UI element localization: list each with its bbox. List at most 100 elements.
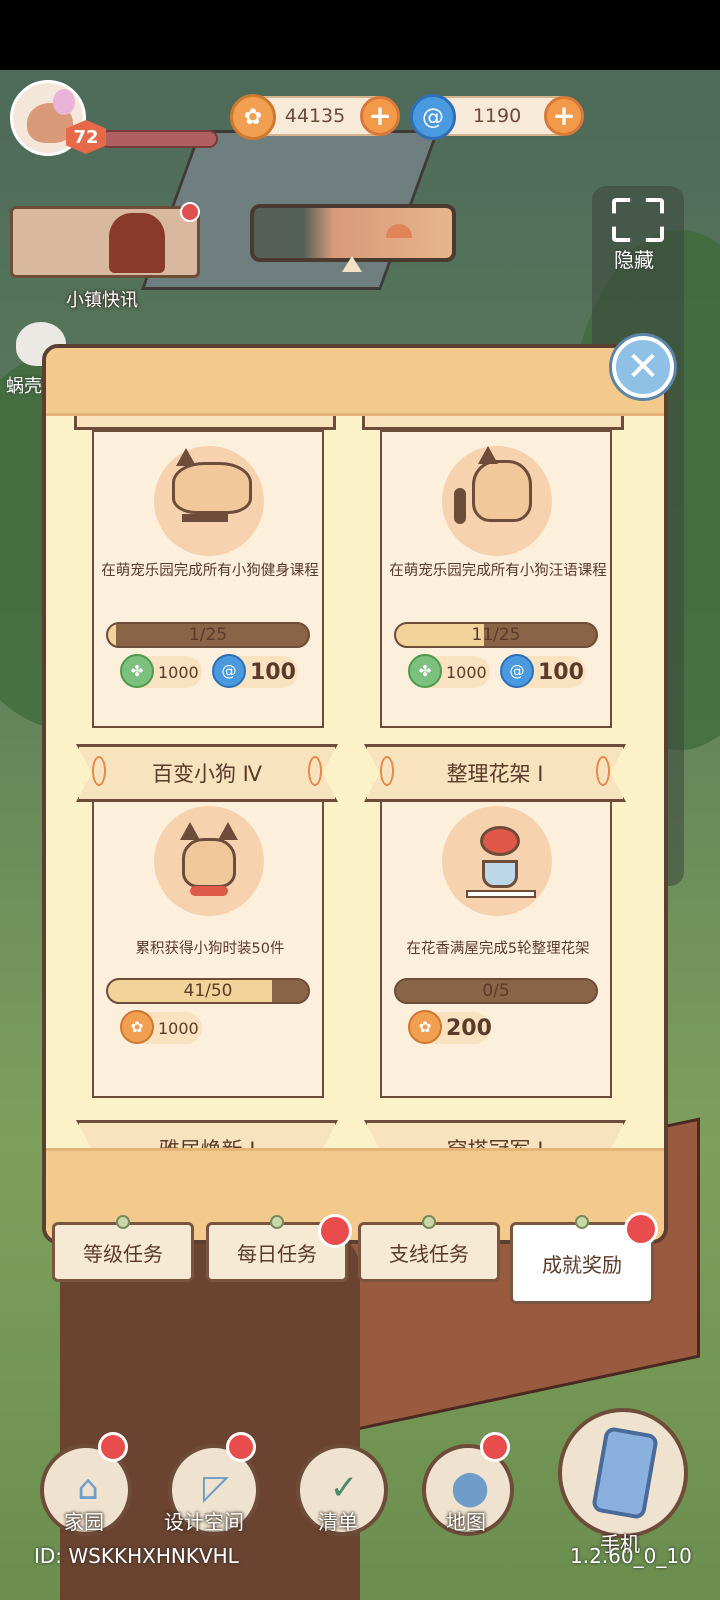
gold-coin-icon: ✿ [408, 1010, 442, 1044]
time-pointer [342, 256, 362, 272]
reward-chip: ✿ 200 [408, 1010, 492, 1044]
xp-bar [100, 130, 218, 148]
map-pin-icon: ⬤ [450, 1468, 490, 1508]
nav-map-label: 地图 [446, 1510, 486, 1534]
achievement-card[interactable]: 累积获得小狗时装50件 41/50 ✿ 1000 [92, 794, 324, 1098]
add-gold-button[interactable]: + [360, 96, 400, 136]
gold-value: 44135 [284, 105, 346, 127]
flower-pot-icon [482, 860, 518, 888]
flower-shelf-icon [466, 890, 536, 898]
nav-home-label: 家园 [64, 1510, 104, 1534]
dog-ear-icon [180, 822, 200, 840]
progress-bar: 0/5 [394, 978, 598, 1004]
clover-coin-icon: ✤ [408, 654, 442, 688]
achievement-card[interactable]: 在花香满屋完成5轮整理花架 0/5 ✿ 200 [380, 794, 612, 1098]
news-girl-art [109, 213, 165, 273]
achievement-modal: 在萌宠乐园完成所有小狗健身课程 1/25 ✤ 1000 @ 100 在萌宠乐园完… [42, 344, 668, 1244]
sun-icon [386, 224, 412, 238]
tab-side-quests[interactable]: 支线任务 [358, 1215, 500, 1282]
progress-text: 11/25 [471, 625, 521, 645]
phone-icon [590, 1425, 660, 1521]
nav-checklist-label: 清单 [318, 1510, 358, 1534]
gold-currency: ✿ 44135 + [230, 94, 400, 140]
progress-bar: 41/50 [106, 978, 310, 1004]
reward-value: 1000 [158, 1018, 199, 1038]
modal-header-bar [46, 348, 664, 416]
nav-phone-button[interactable] [558, 1408, 688, 1538]
notification-dot [98, 1432, 128, 1462]
dog-ear-icon [478, 446, 498, 464]
progress-text: 1/25 [188, 625, 228, 645]
tab-label: 支线任务 [389, 1241, 469, 1266]
notification-dot [226, 1432, 256, 1462]
microphone-icon [454, 488, 466, 524]
collar-icon [190, 886, 228, 896]
checklist-icon: ✓ [329, 1468, 359, 1508]
avatar-ear [53, 89, 75, 115]
achievement-title-banner: 整理花架 Ⅰ [364, 744, 626, 802]
dog-face-icon [182, 838, 236, 888]
reward-chip: ✤ 1000 [120, 654, 202, 688]
reward-value: 200 [446, 1015, 492, 1041]
reward-value: 1000 [158, 662, 199, 682]
nav-design-label: 设计空间 [164, 1510, 244, 1534]
blue-swirl-icon: @ [500, 654, 534, 688]
tab-level-tasks[interactable]: 等级任务 [52, 1215, 194, 1282]
card-description: 在萌宠乐园完成所有小狗汪语课程 [389, 563, 607, 579]
close-button[interactable]: ✕ [612, 336, 674, 398]
banner-ornament [380, 756, 394, 786]
town-news-panel[interactable] [10, 206, 200, 278]
status-bar [0, 0, 720, 70]
banner-ornament [596, 756, 610, 786]
progress-bar: 1/25 [106, 622, 310, 648]
progress-bar: 11/25 [394, 622, 598, 648]
notification-dot [480, 1432, 510, 1462]
reward-chip: ✤ 1000 [408, 654, 490, 688]
banner-strip [74, 416, 336, 430]
pin-icon [116, 1215, 130, 1229]
ruler-icon: ◸ [202, 1468, 230, 1508]
version-text: 1.2.60_0_10 [570, 1544, 692, 1568]
reward-value: 100 [250, 659, 296, 685]
flower-icon [480, 826, 520, 856]
weather-time-bar[interactable] [250, 204, 456, 262]
house-icon: ⌂ [77, 1468, 99, 1508]
card-description: 在花香满屋完成5轮整理花架 [406, 941, 590, 957]
achievement-card[interactable]: 在萌宠乐园完成所有小狗汪语课程 11/25 ✤ 1000 @ 100 [380, 430, 612, 728]
card-description: 在萌宠乐园完成所有小狗健身课程 [101, 563, 319, 579]
banner-ornament [308, 756, 322, 786]
dog-singing-icon [472, 460, 532, 522]
pin-icon [422, 1215, 436, 1229]
gem-currency: @ 1190 + [410, 94, 584, 140]
tab-label: 等级任务 [83, 1241, 163, 1266]
reward-chip: @ 100 [212, 654, 298, 688]
achievement-card[interactable]: 在萌宠乐园完成所有小狗健身课程 1/25 ✤ 1000 @ 100 [92, 430, 324, 728]
tab-label: 每日任务 [237, 1241, 317, 1266]
reward-value: 100 [538, 659, 584, 685]
blue-swirl-icon: @ [410, 94, 456, 140]
town-news-label[interactable]: 小镇快讯 [66, 286, 138, 312]
gold-coin-icon: ✿ [120, 1010, 154, 1044]
reward-chip: @ 100 [500, 654, 586, 688]
pin-icon [270, 1215, 284, 1229]
notification-dot [624, 1212, 658, 1246]
left-shortcut-label[interactable]: 蜗壳 [6, 372, 42, 398]
news-notification-dot [180, 202, 200, 222]
progress-text: 41/50 [183, 981, 233, 1001]
add-gems-button[interactable]: + [544, 96, 584, 136]
clover-coin-icon: ✤ [120, 654, 154, 688]
pin-icon [575, 1215, 589, 1229]
gold-coin-icon: ✿ [230, 94, 276, 140]
dog-jumping-icon [172, 462, 252, 514]
dog-ear-icon [218, 822, 238, 840]
reward-value: 1000 [446, 662, 487, 682]
tab-label: 成就奖励 [542, 1252, 622, 1277]
achievement-title-banner: 百变小狗 Ⅳ [76, 744, 338, 802]
player-id-text: ID: WSKKHXHNKVHL [34, 1544, 239, 1568]
hide-ui-label[interactable]: 隐藏 [614, 244, 654, 273]
card-description: 累积获得小狗时装50件 [135, 941, 285, 957]
dog-ear-icon [176, 448, 196, 466]
blue-swirl-icon: @ [212, 654, 246, 688]
reward-chip: ✿ 1000 [120, 1010, 202, 1044]
gem-value: 1190 [472, 105, 522, 127]
